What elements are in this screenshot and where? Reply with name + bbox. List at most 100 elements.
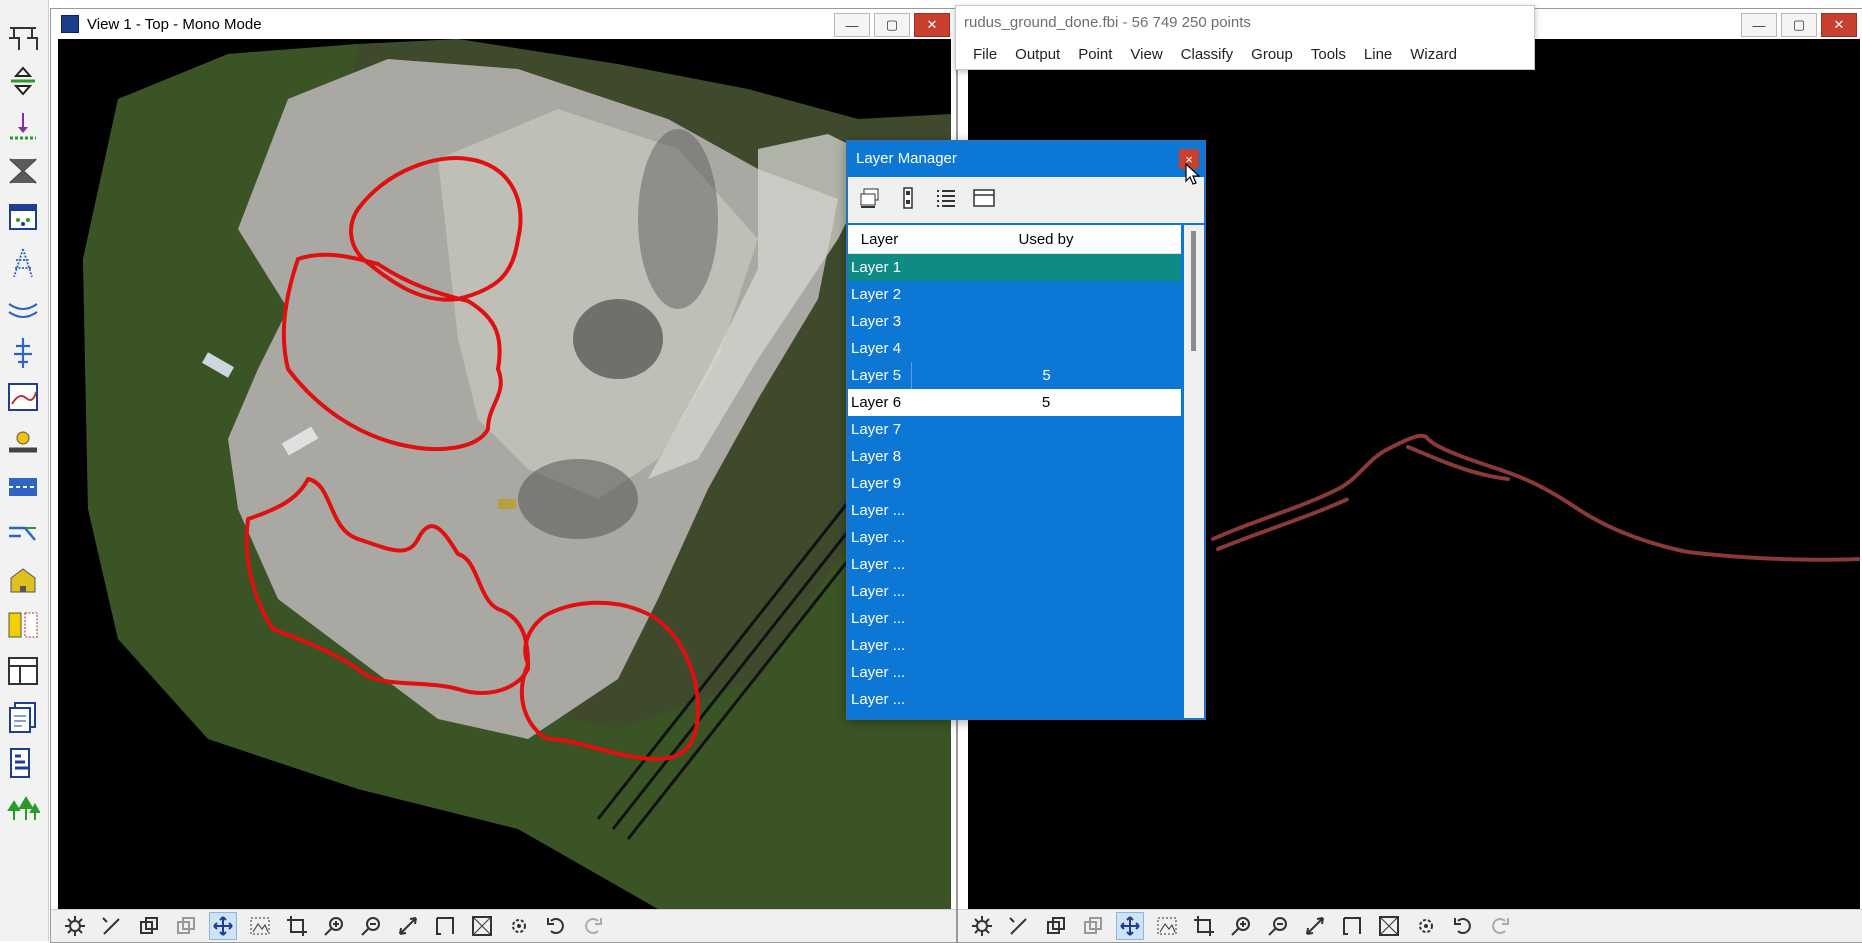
road-light-icon[interactable] [4,424,42,462]
new-layer-icon[interactable] [858,186,882,214]
table-row[interactable]: Layer ... [848,605,1181,632]
menu-wizard[interactable]: Wizard [1401,46,1466,63]
layer-name: Layer 1 [851,259,902,276]
minimize-button[interactable]: — [1741,13,1777,37]
used-by-value [911,524,1181,551]
column-header-used-by[interactable]: Used by [911,231,1181,248]
copy-window-icon[interactable] [1042,912,1070,940]
layer-manager-titlebar[interactable]: Layer Manager × [847,141,1205,175]
menu-group[interactable]: Group [1242,46,1302,63]
table-row[interactable]: Layer ... [848,497,1181,524]
grid-view-icon[interactable] [4,198,42,236]
menu-view[interactable]: View [1121,46,1171,63]
used-by-value [911,551,1181,578]
redo-icon[interactable] [579,912,607,940]
scrollbar-thumb[interactable] [1191,231,1196,351]
pylon-icon[interactable] [4,334,42,372]
close-button[interactable]: ✕ [914,13,950,37]
split-panel-icon[interactable] [4,606,42,644]
drop-point-icon[interactable] [4,108,42,146]
road-split-icon[interactable] [4,514,42,552]
table-row[interactable]: Layer ... [848,551,1181,578]
profile-window-icon[interactable] [4,378,42,416]
crop-icon[interactable] [283,912,311,940]
report-pages-icon[interactable] [4,698,42,736]
options-gear-icon[interactable] [505,912,533,940]
redo-icon[interactable] [1486,912,1514,940]
layer-table-scrollbar[interactable] [1184,225,1204,718]
layer-properties-icon[interactable] [896,186,920,214]
used-by-value [911,281,1181,308]
menu-output[interactable]: Output [1006,46,1069,63]
rotate-tool-icon[interactable] [1301,912,1329,940]
table-row[interactable]: Layer 7 [848,416,1181,443]
brush-icon[interactable] [1005,912,1033,940]
used-by-value [911,335,1181,362]
table-row[interactable]: Layer 2 [848,281,1181,308]
layout-window-icon[interactable] [4,652,42,690]
table-row[interactable]: Layer ... [848,686,1181,713]
settings-gear-icon[interactable] [968,912,996,940]
pan-move-icon[interactable] [209,912,237,940]
building-tool-icon[interactable] [4,560,42,598]
menu-line[interactable]: Line [1355,46,1401,63]
fit-terrain-icon[interactable] [1153,912,1181,940]
table-row[interactable]: Layer 8 [848,443,1181,470]
rotate-tool-icon[interactable] [394,912,422,940]
list-view-icon[interactable] [934,186,958,214]
table-row[interactable]: Layer 1 [848,254,1181,281]
table-row[interactable]: Layer 4 [848,335,1181,362]
fit-view-icon[interactable] [1375,912,1403,940]
move-up-down-icon[interactable] [4,62,42,100]
zoom-out-icon[interactable] [1264,912,1292,940]
table-row[interactable]: Layer ... [848,524,1181,551]
bar-levels-icon[interactable] [4,744,42,782]
layer-manager-toolbar [848,177,1204,223]
trees-icon[interactable] [4,790,42,828]
zoom-in-icon[interactable] [320,912,348,940]
wire-catenary-icon[interactable] [4,290,42,328]
used-by-value: 5 [1041,394,1051,411]
overlap-window-icon[interactable] [172,912,200,940]
table-row[interactable]: Layer ... [848,578,1181,605]
fit-terrain-icon[interactable] [246,912,274,940]
table-row[interactable]: Layer 9 [848,470,1181,497]
copy-window-icon[interactable] [135,912,163,940]
table-row[interactable]: Layer 3 [848,308,1181,335]
undo-icon[interactable] [542,912,570,940]
menu-tools[interactable]: Tools [1302,46,1355,63]
close-button[interactable]: ✕ [1821,13,1857,37]
settings-gear-icon[interactable] [61,912,89,940]
window-view-icon[interactable] [972,186,996,214]
frame-tool-icon[interactable] [431,912,459,940]
fit-view-icon[interactable] [468,912,496,940]
top-view-viewport[interactable] [58,39,951,909]
options-gear-icon[interactable] [1412,912,1440,940]
minimize-button[interactable]: — [834,13,870,37]
crop-icon[interactable] [1190,912,1218,940]
road-lanes-icon[interactable] [4,468,42,506]
brush-icon[interactable] [98,912,126,940]
tower-icon[interactable] [4,244,42,282]
table-row[interactable]: Layer 6 5 [848,389,1181,416]
view1-titlebar[interactable]: View 1 - Top - Mono Mode — ▢ ✕ [51,9,956,39]
hierarchy-tool-icon[interactable] [4,20,42,58]
menu-classify[interactable]: Classify [1172,46,1243,63]
column-header-layer[interactable]: Layer [848,231,911,248]
maximize-button[interactable]: ▢ [874,13,910,37]
undo-icon[interactable] [1449,912,1477,940]
table-row[interactable]: Layer ... [848,632,1181,659]
frame-tool-icon[interactable] [1338,912,1366,940]
menu-file[interactable]: File [964,46,1006,63]
table-row[interactable]: Layer ... [848,659,1181,686]
menu-point[interactable]: Point [1069,46,1121,63]
table-row[interactable]: Layer 5 5 [848,362,1181,389]
hourglass-surface-icon[interactable] [4,152,42,190]
zoom-in-icon[interactable] [1227,912,1255,940]
maximize-button[interactable]: ▢ [1781,13,1817,37]
menubar: File Output Point View Classify Group To… [964,46,1466,63]
overlap-window-icon[interactable] [1079,912,1107,940]
pan-move-icon[interactable] [1116,912,1144,940]
layer-name: Layer 5 [851,367,902,384]
zoom-out-icon[interactable] [357,912,385,940]
